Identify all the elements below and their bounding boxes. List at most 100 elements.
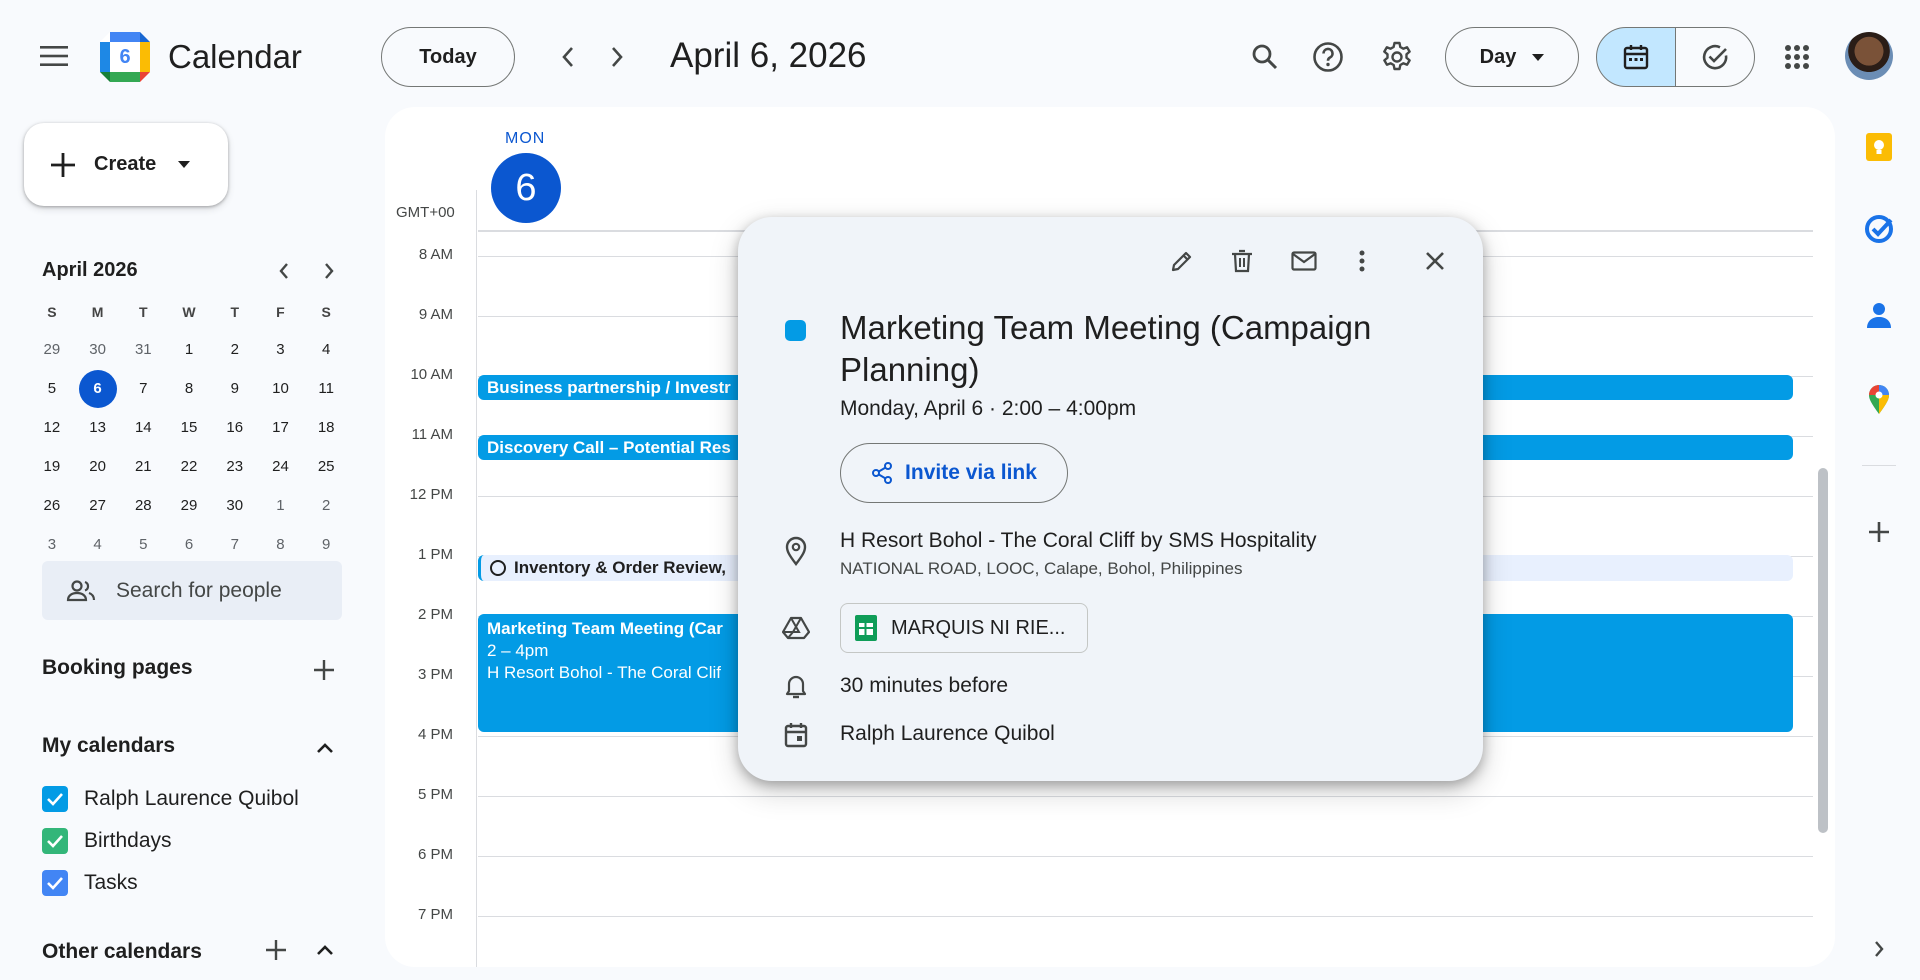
- mini-calendar-day[interactable]: 29: [166, 497, 212, 514]
- my-calendars-title[interactable]: My calendars: [42, 734, 175, 758]
- collapse-other-calendars-button[interactable]: [307, 932, 343, 968]
- hour-gridline[interactable]: [478, 856, 1813, 857]
- mini-calendar-day[interactable]: 8: [166, 380, 212, 397]
- mini-calendar-day[interactable]: 15: [166, 419, 212, 436]
- calendar-item-tasks[interactable]: Tasks: [42, 868, 138, 898]
- checkmark-icon: [47, 835, 63, 848]
- hour-gridline[interactable]: [478, 916, 1813, 917]
- mini-calendar-day[interactable]: 18: [303, 419, 349, 436]
- tasks-view-toggle[interactable]: [1675, 27, 1755, 87]
- mini-calendar-day[interactable]: 31: [120, 341, 166, 358]
- add-booking-page-button[interactable]: [306, 652, 342, 688]
- mini-calendar-day[interactable]: 26: [29, 497, 75, 514]
- mini-calendar-day[interactable]: 9: [212, 380, 258, 397]
- mini-calendar-day[interactable]: 19: [29, 458, 75, 475]
- mini-calendar-day[interactable]: 21: [120, 458, 166, 475]
- mini-calendar-week: 29 30 31 1 2 3 4: [29, 330, 349, 369]
- mini-calendar-day[interactable]: 6: [75, 369, 121, 408]
- calendar-checkbox[interactable]: [42, 828, 68, 854]
- calendar-checkbox[interactable]: [42, 786, 68, 812]
- mini-calendar-day[interactable]: 7: [120, 380, 166, 397]
- mini-calendar-day[interactable]: 1: [166, 341, 212, 358]
- mini-calendar-day[interactable]: 10: [258, 380, 304, 397]
- main-menu-button[interactable]: [30, 32, 78, 80]
- delete-event-button[interactable]: [1222, 241, 1262, 281]
- show-side-panel-button[interactable]: [1862, 932, 1896, 966]
- mini-calendar-prev-button[interactable]: [268, 255, 300, 287]
- calendar-item-ralph-laurence-quibol[interactable]: Ralph Laurence Quibol: [42, 784, 299, 814]
- mini-calendar-day[interactable]: 27: [75, 497, 121, 514]
- collapse-my-calendars-button[interactable]: [307, 730, 343, 766]
- mini-calendar-day[interactable]: 8: [258, 536, 304, 553]
- mini-calendar-day[interactable]: 30: [212, 497, 258, 514]
- mini-calendar-day[interactable]: 14: [120, 419, 166, 436]
- mini-calendar-day[interactable]: 5: [29, 380, 75, 397]
- mini-calendar-day[interactable]: 3: [258, 341, 304, 358]
- calendar-item-birthdays[interactable]: Birthdays: [42, 826, 172, 856]
- mini-calendar-day[interactable]: 22: [166, 458, 212, 475]
- mini-calendar-day[interactable]: 11: [303, 380, 349, 397]
- mini-calendar-day-number: 7: [230, 536, 239, 553]
- mini-calendar-day[interactable]: 4: [75, 536, 121, 553]
- settings-button[interactable]: [1375, 35, 1419, 79]
- day-number[interactable]: 6: [491, 153, 561, 223]
- menu-icon: [40, 46, 68, 66]
- mini-calendar-day[interactable]: 17: [258, 419, 304, 436]
- mini-calendar-day[interactable]: 16: [212, 419, 258, 436]
- mini-calendar-day-number: 2: [322, 497, 331, 514]
- mini-calendar-day[interactable]: 29: [29, 341, 75, 358]
- google-apps-button[interactable]: [1775, 35, 1819, 79]
- mini-calendar-week: 3 4 5 6 7 8 9: [29, 525, 349, 564]
- mini-calendar-day[interactable]: 28: [120, 497, 166, 514]
- edit-event-button[interactable]: [1162, 241, 1202, 281]
- more-options-button[interactable]: [1342, 241, 1382, 281]
- invite-via-link-button[interactable]: Invite via link: [840, 443, 1068, 503]
- account-avatar[interactable]: [1845, 32, 1893, 80]
- search-people-input[interactable]: Search for people: [42, 561, 342, 620]
- mini-calendar-day[interactable]: 20: [75, 458, 121, 475]
- attachment-chip[interactable]: MARQUIS NI RIE...: [840, 603, 1088, 653]
- keep-button[interactable]: [1862, 130, 1896, 164]
- tasks-button[interactable]: [1862, 212, 1896, 246]
- mini-calendar-next-button[interactable]: [313, 255, 345, 287]
- get-addons-button[interactable]: [1862, 515, 1896, 549]
- mini-calendar-day[interactable]: 2: [212, 341, 258, 358]
- vertical-scrollbar[interactable]: [1818, 468, 1828, 833]
- mini-calendar-day[interactable]: 9: [303, 536, 349, 553]
- support-button[interactable]: [1306, 35, 1350, 79]
- mini-calendar-day[interactable]: 23: [212, 458, 258, 475]
- booking-pages-title: Booking pages: [42, 656, 193, 679]
- mini-calendar-day-number: 3: [276, 341, 285, 358]
- mini-calendar-day-number: 5: [47, 380, 57, 397]
- previous-day-button[interactable]: [548, 37, 588, 77]
- contacts-button[interactable]: [1862, 298, 1896, 332]
- mini-calendar-day[interactable]: 3: [29, 536, 75, 553]
- calendar-view-toggle[interactable]: [1596, 27, 1676, 87]
- mini-calendar-day[interactable]: 4: [303, 341, 349, 358]
- mini-calendar-day[interactable]: 12: [29, 419, 75, 436]
- mini-calendar-day[interactable]: 24: [258, 458, 304, 475]
- hour-gridline[interactable]: [478, 796, 1813, 797]
- calendar-checkbox[interactable]: [42, 870, 68, 896]
- view-selector[interactable]: Day: [1445, 27, 1579, 87]
- people-icon: [66, 579, 96, 601]
- mini-calendar-day[interactable]: 6: [166, 536, 212, 553]
- mini-calendar-day[interactable]: 13: [75, 419, 121, 436]
- mini-calendar-day[interactable]: 2: [303, 497, 349, 514]
- email-guests-button[interactable]: [1284, 241, 1324, 281]
- maps-button[interactable]: [1862, 382, 1896, 416]
- add-other-calendar-button[interactable]: [258, 932, 294, 968]
- today-button[interactable]: Today: [381, 27, 515, 87]
- next-day-button[interactable]: [597, 37, 637, 77]
- calendar-logo[interactable]: 6: [100, 32, 150, 82]
- mini-calendar-day[interactable]: 5: [120, 536, 166, 553]
- other-calendars-title[interactable]: Other calendars: [42, 940, 202, 964]
- mini-calendar-day[interactable]: 7: [212, 536, 258, 553]
- create-button[interactable]: Create: [24, 123, 228, 206]
- mini-calendar-day[interactable]: 1: [258, 497, 304, 514]
- event-location-name[interactable]: H Resort Bohol - The Coral Cliff by SMS …: [840, 529, 1317, 553]
- search-button[interactable]: [1243, 35, 1287, 79]
- close-popup-button[interactable]: [1415, 241, 1455, 281]
- mini-calendar-day[interactable]: 25: [303, 458, 349, 475]
- mini-calendar-day[interactable]: 30: [75, 341, 121, 358]
